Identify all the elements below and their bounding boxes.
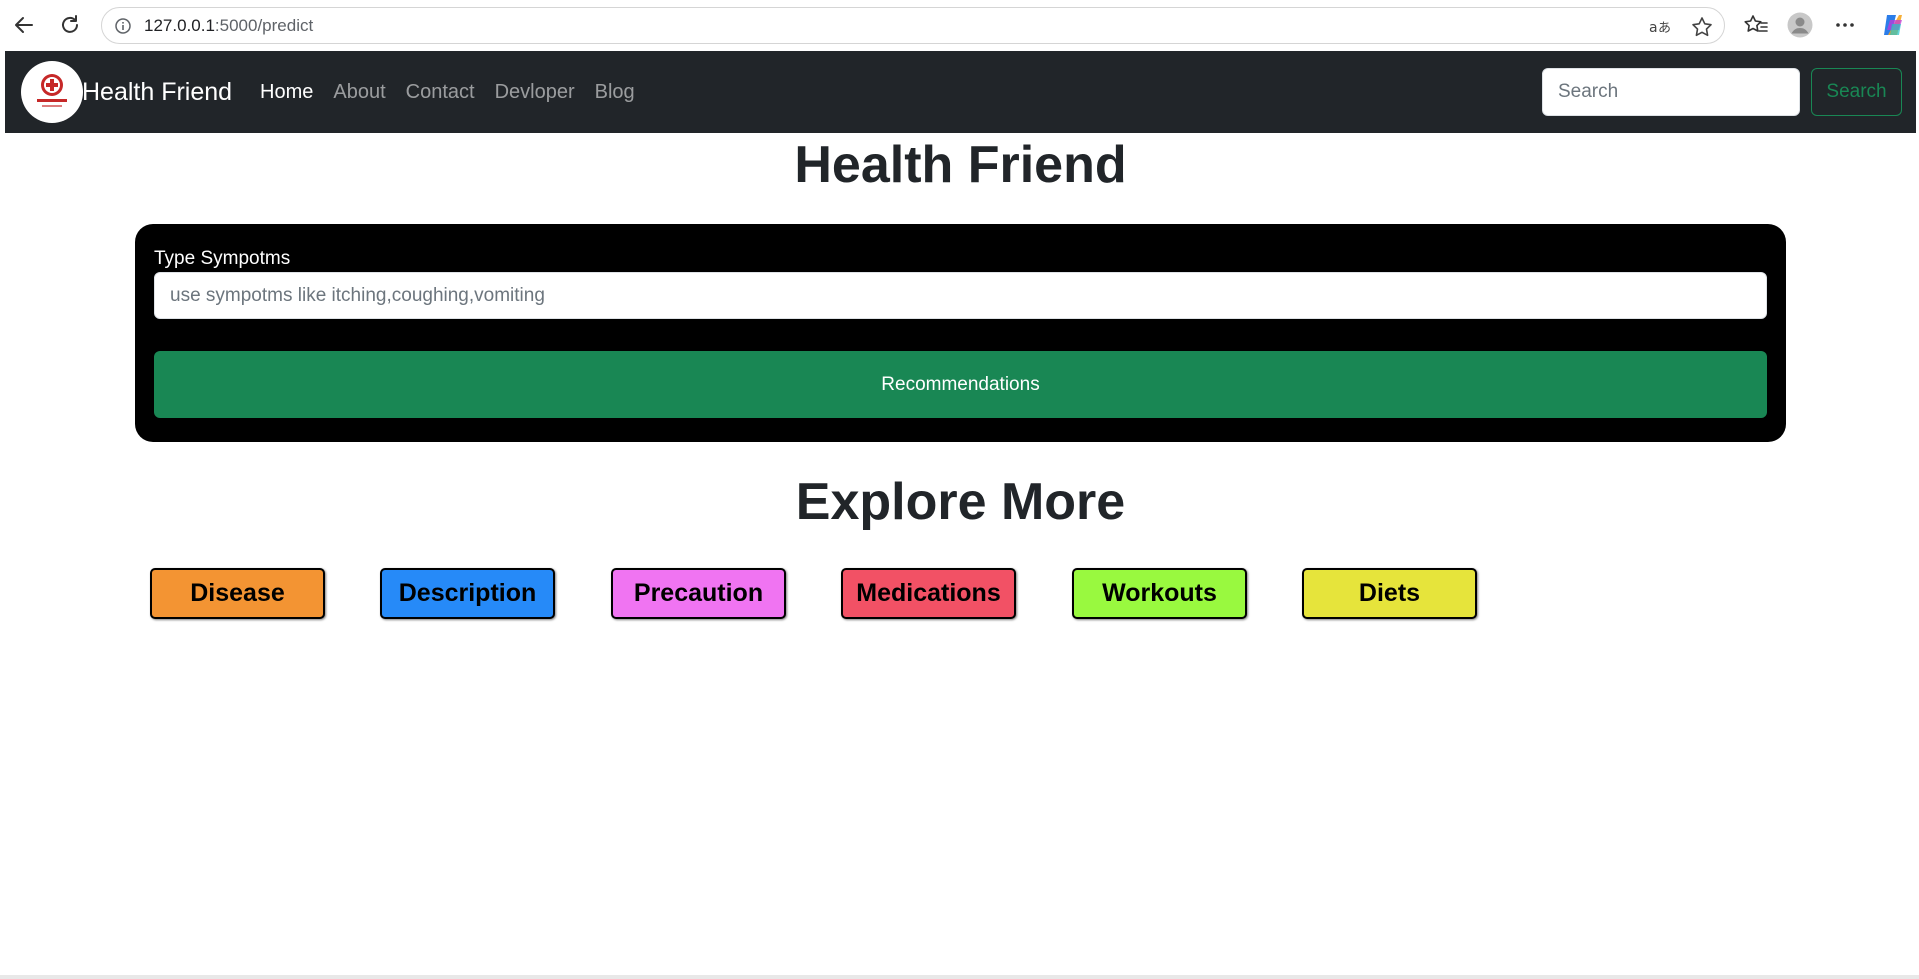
copilot-icon[interactable] [1879,11,1907,39]
nav-link-developer[interactable]: Devloper [495,80,575,104]
explore-title: Explore More [795,473,1126,531]
more-icon[interactable] [1831,11,1859,39]
health-care-logo-icon[interactable] [21,61,83,123]
disease-button[interactable]: Disease [150,568,325,619]
nav-links: Home About Contact Devloper Blog [260,80,635,104]
window-bottom-edge [0,975,1919,979]
nav-link-blog[interactable]: Blog [595,80,635,104]
browser-toolbar: 127.0.0.1:5000/predict aあ [0,0,1919,50]
address-bar[interactable]: 127.0.0.1:5000/predict aあ [101,7,1725,44]
medications-button[interactable]: Medications [841,568,1016,619]
back-icon[interactable] [10,11,38,39]
profile-icon[interactable] [1786,11,1814,39]
symptom-form: Type Sympotms Recommendations [135,224,1786,442]
description-button[interactable]: Description [380,568,555,619]
nav-link-about[interactable]: About [333,80,385,104]
symptom-input[interactable] [154,272,1767,319]
read-aloud-icon[interactable]: aあ [1649,16,1671,38]
search-input[interactable] [1542,68,1800,116]
info-icon[interactable] [114,17,132,35]
url-path: :5000/predict [214,16,314,35]
search-button[interactable]: Search [1811,68,1902,116]
url-text[interactable]: 127.0.0.1:5000/predict [144,16,313,36]
precaution-button[interactable]: Precaution [611,568,786,619]
favorites-icon[interactable] [1742,11,1770,39]
page-title: Health Friend [794,136,1127,194]
symptom-label: Type Sympotms [154,248,291,269]
svg-text:あ: あ [1658,21,1671,36]
nav-link-contact[interactable]: Contact [406,80,475,104]
recommendations-button[interactable]: Recommendations [154,351,1767,418]
diets-button[interactable]: Diets [1302,568,1477,619]
svg-text:a: a [1649,20,1658,36]
url-host: 127.0.0.1 [144,16,215,35]
navbar: Health Friend Home About Contact Devlope… [5,51,1916,133]
navbar-brand[interactable]: Health Friend [82,77,232,107]
workouts-button[interactable]: Workouts [1072,568,1247,619]
nav-link-home[interactable]: Home [260,80,313,104]
favorite-star-icon[interactable] [1691,16,1713,38]
page-content: Health Friend Home About Contact Devlope… [5,51,1916,975]
reload-icon[interactable] [56,11,84,39]
